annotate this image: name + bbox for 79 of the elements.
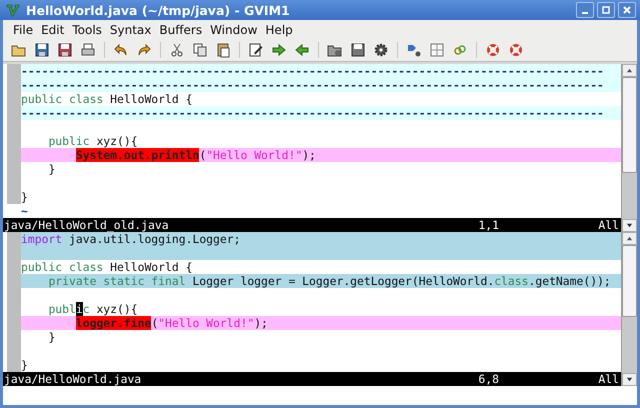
string-literal: "Hello World!": [206, 148, 302, 162]
tag-icon[interactable]: [406, 42, 422, 58]
printer-icon[interactable]: [80, 42, 96, 58]
changed-text: System.out.println: [76, 148, 200, 162]
scrollbar-thumb[interactable]: [622, 77, 637, 173]
menu-item[interactable]: Window: [206, 22, 262, 36]
code-text: Logger logger = Logger.getLogger(HelloWorld.: [192, 274, 494, 288]
close-button[interactable]: [618, 2, 636, 18]
keyword-text: publ: [48, 302, 76, 316]
menu-item[interactable]: Buffers: [155, 22, 206, 36]
code-text: (: [199, 148, 206, 162]
file-name: java/HelloWorld.java: [4, 372, 142, 386]
lifebuoy-icon[interactable]: [508, 42, 524, 58]
cursor-position: 6,8: [478, 372, 500, 386]
redo-icon[interactable]: [136, 42, 152, 58]
scroll-up-button[interactable]: [622, 64, 637, 77]
code-text: xyz(){: [96, 302, 138, 316]
keyword-text: public: [48, 134, 90, 148]
scroll-position: All: [598, 218, 620, 232]
window-title: HelloWorld.java (~/tmp/java) - GVIM1: [26, 2, 291, 18]
scroll-down-button[interactable]: [622, 373, 637, 386]
code-text: }: [48, 330, 56, 344]
scroll-down-button[interactable]: [622, 219, 637, 232]
code-text: HelloWorld {: [110, 92, 192, 106]
undo-icon[interactable]: [113, 42, 129, 58]
left-arrow-icon[interactable]: [294, 42, 310, 58]
up-triangle-icon: [626, 67, 633, 74]
code-text: }: [21, 358, 28, 372]
right-arrow-icon[interactable]: [271, 42, 287, 58]
keyword-text: class: [494, 274, 528, 288]
filler-dashes: -------------------------------------------------------------------------------------: [21, 64, 604, 78]
minimize-icon: [582, 12, 588, 14]
code-text: }: [21, 190, 28, 204]
code-text: xyz(){: [96, 134, 138, 148]
scrollbar[interactable]: [621, 232, 637, 386]
close-icon: [622, 5, 632, 15]
keyword-text: private static final: [48, 274, 186, 288]
filler-dashes: -------------------------------------------------------------------------------------: [21, 106, 604, 120]
code-text: java.util.logging.Logger;: [69, 232, 240, 246]
filler-dashes: -------------------------------------------------------------------------------------: [21, 78, 604, 92]
code-text: );: [254, 316, 268, 330]
code-text: HelloWorld {: [110, 260, 192, 274]
scrollbar[interactable]: [621, 64, 637, 232]
menu-item[interactable]: Edit: [37, 22, 68, 36]
down-triangle-icon: [626, 376, 633, 383]
file-name: java/HelloWorld_old.java: [4, 218, 170, 232]
changed-text: logger.fine: [76, 316, 152, 330]
gear-icon[interactable]: [373, 42, 389, 58]
document-pencil-icon[interactable]: [248, 42, 264, 58]
tilde-marker: ~: [21, 204, 28, 218]
minimize-button[interactable]: [576, 2, 594, 18]
cursor-character: i: [76, 302, 83, 316]
copy-icon[interactable]: [192, 42, 208, 58]
string-literal: "Hello World!": [158, 316, 254, 330]
clipboard-icon[interactable]: [215, 42, 231, 58]
maximize-icon: [601, 5, 611, 15]
menu-item[interactable]: Syntax: [106, 22, 156, 36]
up-triangle-icon: [626, 235, 633, 242]
maximize-button[interactable]: [597, 2, 615, 18]
code-text: }: [48, 162, 56, 176]
scroll-up-button[interactable]: [622, 232, 637, 245]
code-text: (: [151, 316, 158, 330]
code-text: .getName());: [528, 274, 611, 288]
lifebuoy-icon[interactable]: [485, 42, 501, 58]
grid-icon[interactable]: [429, 42, 445, 58]
menu-item[interactable]: Tools: [68, 22, 106, 36]
keyword-text: import: [21, 232, 62, 246]
keyword-text: public class: [21, 92, 104, 106]
scrollbar-thumb[interactable]: [622, 245, 637, 317]
menu-item[interactable]: Help: [261, 22, 297, 36]
cursor-position: 1,1: [478, 218, 500, 232]
scroll-position: All: [598, 372, 620, 386]
down-triangle-icon: [626, 222, 633, 229]
keyword-text: c: [82, 302, 90, 316]
vim-logo-icon: [6, 3, 20, 17]
keyword-text: public class: [21, 260, 104, 274]
code-text: );: [302, 148, 316, 162]
menu-item[interactable]: File: [9, 22, 38, 36]
scissors-icon[interactable]: [169, 42, 185, 58]
